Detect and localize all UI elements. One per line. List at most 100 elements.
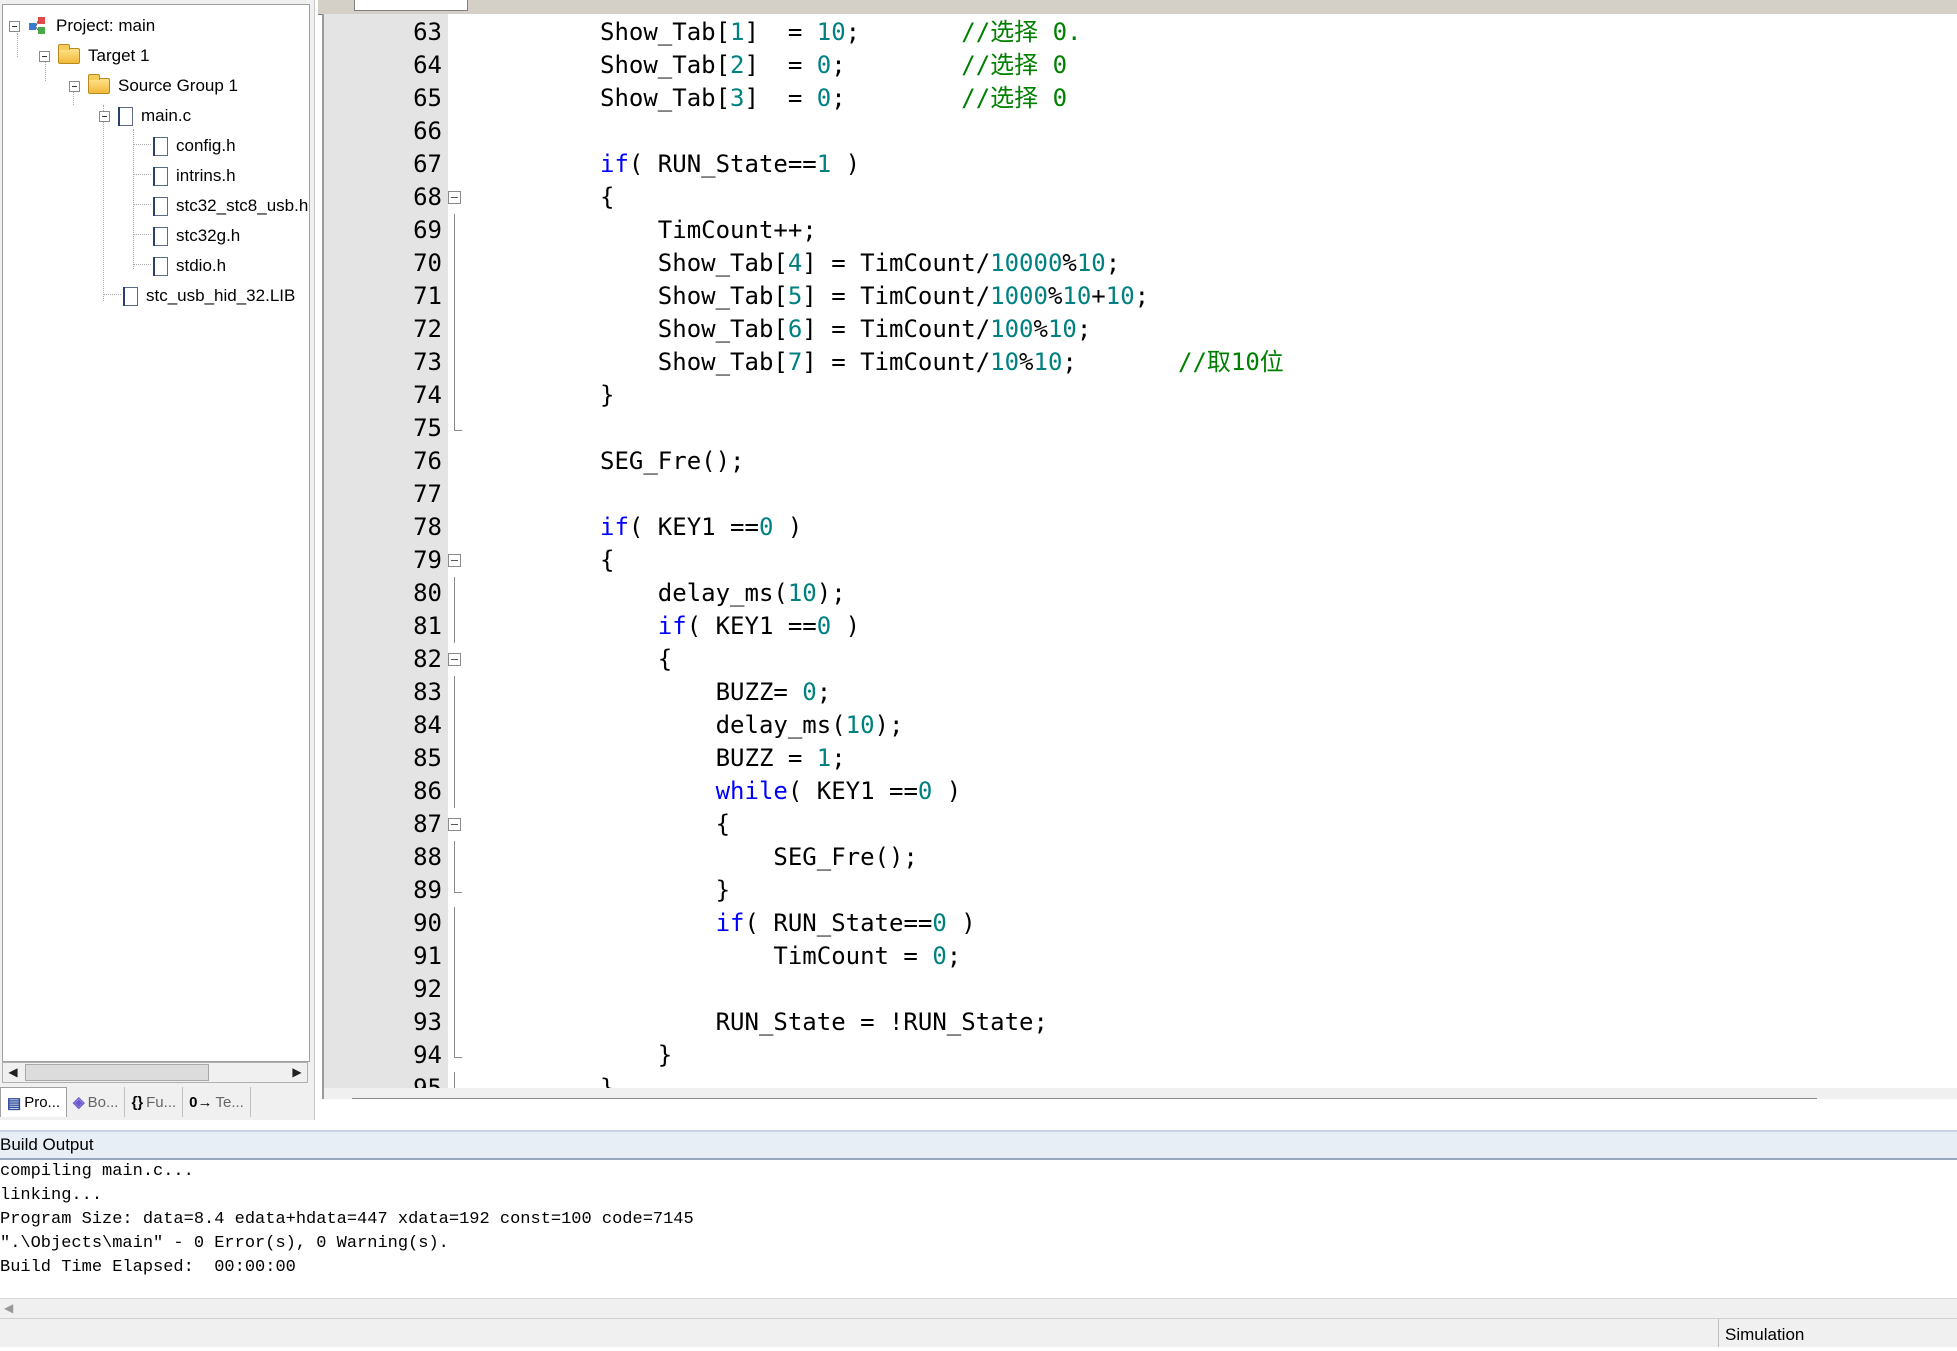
tab-project[interactable]: ▤ Pro... — [0, 1087, 68, 1117]
line-number: 85 — [413, 744, 442, 772]
code-line[interactable]: 63 Show_Tab[1] = 10; //选择 0. — [324, 16, 1957, 49]
project-tab-icon: ▤ — [7, 1094, 22, 1112]
code-line[interactable]: 88 SEG_Fre(); — [324, 841, 1957, 874]
scrollbar-thumb[interactable] — [352, 1098, 1817, 1099]
code-line[interactable]: 67 if( RUN_State==1 ) — [324, 148, 1957, 181]
code-line[interactable]: 65 Show_Tab[3] = 0; //选择 0 — [324, 82, 1957, 115]
tree-item-label: stc32g.h — [176, 226, 241, 245]
code-text: } — [600, 1074, 615, 1088]
fold-collapse-icon[interactable] — [448, 653, 461, 666]
tab-templates[interactable]: 0→ Te... — [183, 1087, 251, 1117]
build-output-line: compiling main.c... — [0, 1162, 194, 1181]
line-number: 87 — [413, 810, 442, 838]
tab-books[interactable]: ◈ Bo... — [67, 1087, 126, 1117]
line-number: 78 — [413, 513, 442, 541]
code-line[interactable]: 72 Show_Tab[6] = TimCount/100%10; — [324, 313, 1957, 346]
code-line[interactable]: 68 { — [324, 181, 1957, 214]
scrollbar-thumb[interactable] — [25, 1064, 209, 1081]
tree-item-source-group[interactable]: Source Group 1 — [69, 73, 238, 99]
fold-bar — [454, 313, 455, 346]
code-line[interactable]: 74} — [324, 379, 1957, 412]
tree-connector — [133, 234, 151, 235]
collapse-icon[interactable] — [9, 20, 20, 32]
tree-item-main-c[interactable]: main.c — [99, 103, 191, 129]
tree-item-target[interactable]: Target 1 — [39, 43, 149, 69]
line-number: 67 — [413, 150, 442, 178]
code-text: delay_ms(10); — [600, 579, 846, 607]
fold-bar — [454, 1006, 455, 1039]
code-line[interactable]: 95} — [324, 1072, 1957, 1088]
collapse-icon[interactable] — [69, 80, 80, 92]
tree-item-intrins-h[interactable]: intrins.h — [153, 163, 236, 189]
code-line[interactable]: 76 SEG_Fre(); — [324, 445, 1957, 478]
code-line[interactable]: 84 delay_ms(10); — [324, 709, 1957, 742]
fold-collapse-icon[interactable] — [448, 554, 461, 567]
fold-bar — [454, 214, 455, 247]
tree-item-project[interactable]: Project: main — [9, 13, 155, 39]
tree-connector — [133, 174, 151, 175]
code-line[interactable]: 86 while( KEY1 ==0 ) — [324, 775, 1957, 808]
collapse-icon[interactable] — [39, 50, 50, 62]
collapse-icon[interactable] — [99, 110, 110, 122]
code-line[interactable]: 89 } — [324, 874, 1957, 907]
code-line[interactable]: 69 TimCount++; — [324, 214, 1957, 247]
tab-label: Fu... — [146, 1093, 177, 1111]
code-editor[interactable]: 63 Show_Tab[1] = 10; //选择 0. 64 Show_Tab[2]… — [322, 14, 1957, 1099]
tree-connector — [133, 204, 151, 205]
tree-connector — [103, 294, 121, 295]
tab-label: Pro... — [24, 1094, 61, 1111]
tree-item-label: stdio.h — [176, 256, 227, 275]
tree-item-label: stc32_stc8_usb.h — [176, 196, 309, 215]
editor-horizontal-scrollbar[interactable] — [324, 1088, 1957, 1099]
code-line[interactable]: 94 } — [324, 1039, 1957, 1072]
tree-item-lib[interactable]: stc_usb_hid_32.LIB — [123, 283, 295, 309]
tree-item-stc32g-h[interactable]: stc32g.h — [153, 223, 240, 249]
code-line[interactable]: 85 BUZZ = 1; — [324, 742, 1957, 775]
code-line[interactable]: 83 BUZZ= 0; — [324, 676, 1957, 709]
tree-item-stc32-stc8-usb-h[interactable]: stc32_stc8_usb.h — [153, 193, 308, 219]
scroll-right-icon[interactable]: ▶ — [287, 1063, 307, 1082]
code-area[interactable]: 63 Show_Tab[1] = 10; //选择 0. 64 Show_Tab[2]… — [324, 14, 1957, 1088]
tree-item-stdio-h[interactable]: stdio.h — [153, 253, 226, 279]
build-output-pane[interactable]: compiling main.c... linking... Program S… — [0, 1160, 1957, 1298]
tree-item-config-h[interactable]: config.h — [153, 133, 236, 159]
code-line[interactable]: 93 RUN_State = !RUN_State; — [324, 1006, 1957, 1039]
fold-bar — [454, 940, 455, 973]
code-line[interactable]: 87 { — [324, 808, 1957, 841]
editor-tab-bar — [318, 0, 1957, 15]
scroll-left-icon[interactable]: ◀ — [4, 1301, 13, 1315]
code-line[interactable]: 77 — [324, 478, 1957, 511]
scroll-left-icon[interactable]: ◀ — [3, 1063, 23, 1082]
line-number: 86 — [413, 777, 442, 805]
code-line[interactable]: 90 if( RUN_State==0 ) — [324, 907, 1957, 940]
line-number: 75 — [413, 414, 442, 442]
fold-bar — [454, 247, 455, 280]
code-line[interactable]: 81 if( KEY1 ==0 ) — [324, 610, 1957, 643]
build-output-line: Program Size: data=8.4 edata+hdata=447 x… — [0, 1210, 694, 1229]
build-output-scrollbar[interactable]: ◀ — [0, 1298, 1957, 1319]
code-line[interactable]: 78 if( KEY1 ==0 ) — [324, 511, 1957, 544]
code-line[interactable]: 80 delay_ms(10); — [324, 577, 1957, 610]
project-icon — [28, 16, 48, 36]
line-number: 70 — [413, 249, 442, 277]
status-mode: Simulation — [1718, 1319, 1804, 1347]
code-line[interactable]: 71 Show_Tab[5] = TimCount/1000%10+10; — [324, 280, 1957, 313]
code-line[interactable]: 82 { — [324, 643, 1957, 676]
fold-collapse-icon[interactable] — [448, 191, 461, 204]
code-line[interactable]: 92 — [324, 973, 1957, 1006]
code-line[interactable]: 66 — [324, 115, 1957, 148]
editor-tab-main-c[interactable] — [354, 0, 468, 11]
code-line[interactable]: 91 TimCount = 0; — [324, 940, 1957, 973]
fold-collapse-icon[interactable] — [448, 818, 461, 831]
panel-tab-strip: ▤ Pro... ◈ Bo... {} Fu... 0→ Te... — [0, 1086, 312, 1118]
code-line[interactable]: 64 Show_Tab[2] = 0; //选择 0 — [324, 49, 1957, 82]
tab-functions[interactable]: {} Fu... — [125, 1087, 184, 1117]
code-line[interactable]: 73 Show_Tab[7] = TimCount/10%10; //取10位 — [324, 346, 1957, 379]
code-text: { — [600, 546, 615, 574]
code-line[interactable]: 70 Show_Tab[4] = TimCount/10000%10; — [324, 247, 1957, 280]
project-tree-scrollbar[interactable]: ◀ ▶ — [2, 1062, 308, 1083]
code-line[interactable]: 75 — [324, 412, 1957, 445]
code-text: TimCount = 0; — [600, 942, 962, 970]
code-line[interactable]: 79 { — [324, 544, 1957, 577]
file-icon — [118, 106, 133, 126]
